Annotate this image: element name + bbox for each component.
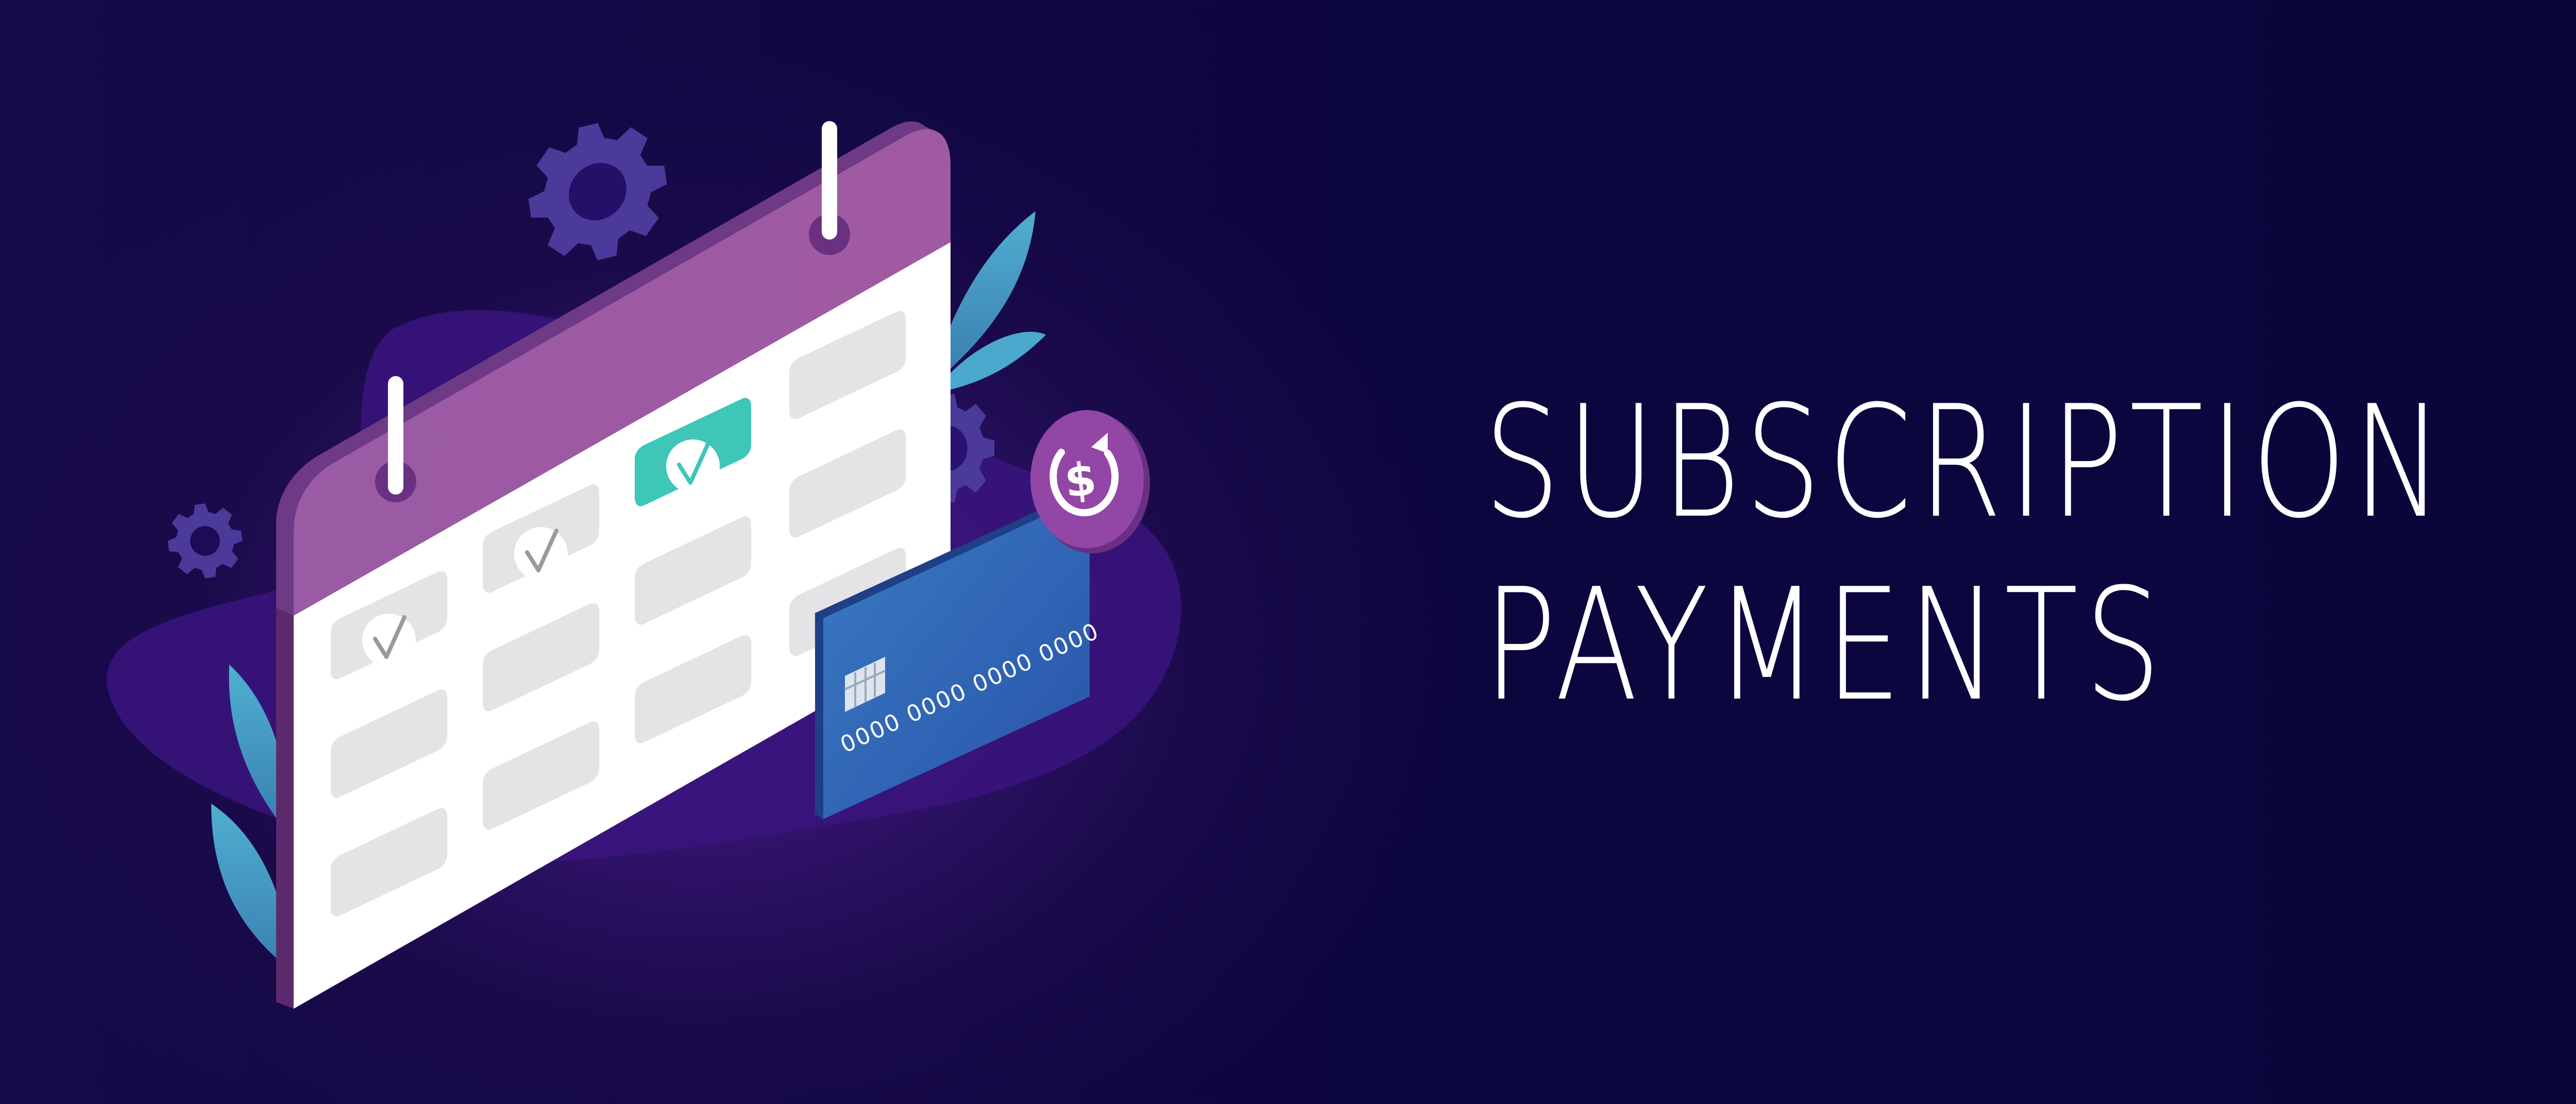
- headline-line-2: PAYMENTS: [1484, 555, 2168, 735]
- gear-icon: [163, 499, 247, 583]
- subscription-illustration: 0000 0000 0000 0000 $: [107, 108, 1181, 1009]
- svg-text:$: $: [1062, 452, 1099, 508]
- headline: SUBSCRIPTION PAYMENTS: [1484, 371, 2450, 737]
- check-mark-icon: [514, 527, 568, 581]
- gear-icon: [520, 108, 675, 275]
- headline-line-1: SUBSCRIPTION: [1484, 372, 2450, 552]
- check-mark-icon: [362, 614, 416, 667]
- subscription-banner: 0000 0000 0000 0000 $ SUBSCRIPTION PAYME…: [0, 0, 2576, 1104]
- check-mark-icon: [666, 439, 720, 493]
